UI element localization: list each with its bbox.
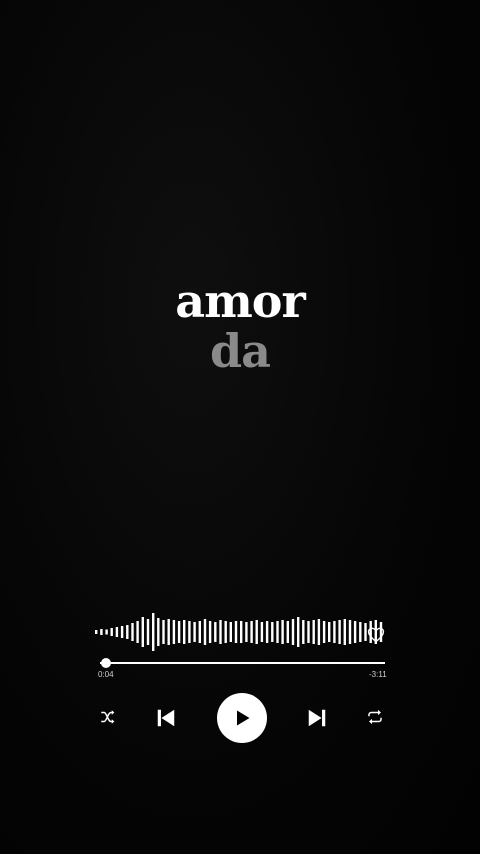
playback-controls xyxy=(0,690,480,746)
waveform-bar xyxy=(110,628,113,636)
previous-button[interactable] xyxy=(154,706,178,730)
waveform-bar xyxy=(260,622,264,642)
waveform-bar xyxy=(177,621,181,643)
waveform-bar xyxy=(219,620,222,644)
waveform-bar xyxy=(115,627,119,637)
play-icon xyxy=(237,710,250,726)
waveform-bar xyxy=(136,621,139,643)
remaining-time: -3:11 xyxy=(369,670,387,679)
waveform-bar xyxy=(172,620,176,644)
shuffle-icon xyxy=(101,710,115,724)
repeat-icon xyxy=(368,709,382,725)
waveform-bar xyxy=(348,620,352,644)
waveform-bar xyxy=(312,620,315,644)
waveform-bar xyxy=(162,620,165,644)
waveform-bar xyxy=(297,617,300,647)
waveform-bar xyxy=(167,619,170,645)
elapsed-time: 0:04 xyxy=(98,670,114,679)
waveform-bar xyxy=(338,620,341,644)
waveform-bar xyxy=(286,621,289,643)
waveform-bar xyxy=(229,622,232,642)
lyrics-display: amor da xyxy=(0,276,480,376)
waveform-bar xyxy=(245,622,248,642)
waveform-bar xyxy=(131,623,134,641)
progress-bar[interactable] xyxy=(100,658,385,668)
waveform-bar xyxy=(250,621,253,643)
waveform-bar xyxy=(317,619,321,645)
waveform-bar xyxy=(188,621,191,643)
waveform-bar xyxy=(322,621,326,643)
waveform-bar xyxy=(95,630,98,634)
play-button[interactable] xyxy=(217,693,267,743)
shuffle-button[interactable] xyxy=(98,707,118,727)
waveform-bar xyxy=(291,619,295,645)
next-button[interactable] xyxy=(305,706,329,730)
waveform-bar xyxy=(100,629,103,635)
waveform-bar xyxy=(240,621,243,643)
waveform-bar xyxy=(276,621,279,643)
waveform-bar xyxy=(157,618,160,646)
waveform-bar xyxy=(141,617,144,647)
waveform-bar xyxy=(353,621,357,643)
waveform-bar xyxy=(307,621,310,643)
waveform-bar xyxy=(359,622,362,642)
waveform-bar xyxy=(152,613,155,651)
waveform-bar xyxy=(105,629,108,635)
waveform-bar xyxy=(333,621,336,643)
waveform-bar xyxy=(126,625,129,639)
previous-icon xyxy=(157,709,175,727)
waveform-bar xyxy=(203,619,207,645)
waveform-bar xyxy=(265,621,269,643)
waveform-bar xyxy=(224,621,227,643)
waveform-bar xyxy=(255,620,258,644)
waveform-bar xyxy=(120,626,124,638)
waveform-bar xyxy=(234,621,238,643)
waveform-bar xyxy=(193,622,196,642)
repeat-button[interactable] xyxy=(365,707,385,727)
waveform-bar xyxy=(214,622,217,642)
waveform-bar xyxy=(302,620,305,644)
heart-icon[interactable] xyxy=(366,625,386,645)
waveform-bar xyxy=(343,619,346,645)
current-lyric-line: amor xyxy=(175,274,305,328)
audio-waveform xyxy=(95,613,383,651)
next-icon xyxy=(308,709,326,727)
next-lyric-line: da xyxy=(210,324,271,378)
waveform-bar xyxy=(271,622,274,642)
progress-knob[interactable] xyxy=(100,658,111,668)
waveform-bar xyxy=(146,619,150,645)
waveform-bar xyxy=(281,620,284,644)
waveform-bar xyxy=(208,621,212,643)
waveform-bar xyxy=(198,621,201,643)
waveform-bar xyxy=(183,620,186,644)
waveform-bar xyxy=(328,622,331,642)
